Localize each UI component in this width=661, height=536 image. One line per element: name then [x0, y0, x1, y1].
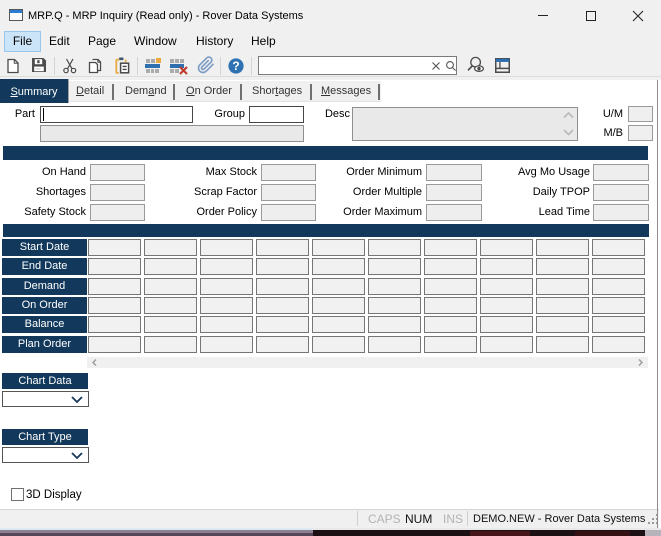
svg-text:?: ?: [232, 59, 239, 73]
